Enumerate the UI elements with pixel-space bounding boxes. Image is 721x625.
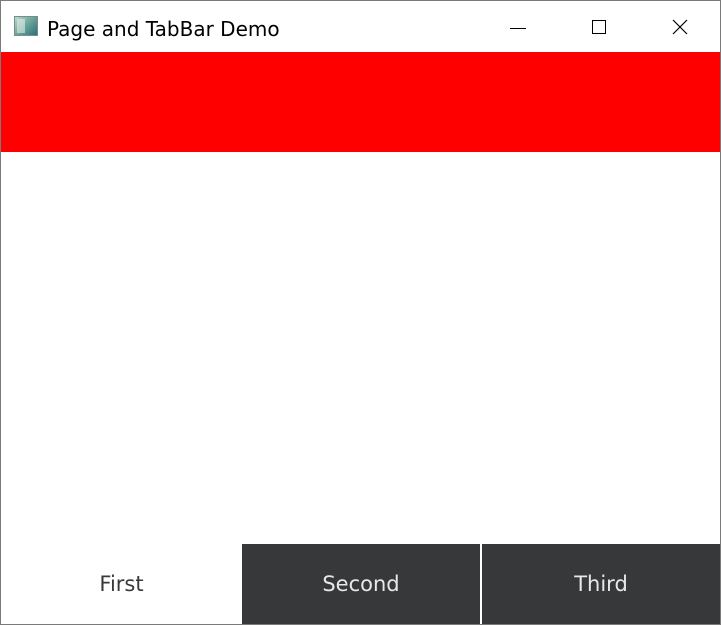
tab-label: Third (574, 572, 628, 596)
minimize-button[interactable] (479, 1, 559, 52)
maximize-icon (592, 20, 606, 34)
tab-third[interactable]: Third (482, 544, 720, 624)
tab-bar: First Second Third (1, 544, 720, 624)
app-window: Page and TabBar Demo First Second Third (0, 0, 721, 625)
title-bar[interactable]: Page and TabBar Demo (1, 1, 720, 52)
tab-label: Second (322, 572, 400, 596)
tab-second[interactable]: Second (242, 544, 480, 624)
tab-first[interactable]: First (1, 544, 242, 624)
close-icon (672, 19, 688, 35)
page-content (1, 152, 720, 544)
page-header (1, 52, 720, 152)
window-title: Page and TabBar Demo (47, 17, 280, 41)
tab-label: First (99, 572, 144, 596)
close-button[interactable] (640, 1, 720, 52)
app-window-icon[interactable] (14, 16, 38, 36)
minimize-icon (510, 28, 526, 29)
maximize-button[interactable] (559, 1, 639, 52)
